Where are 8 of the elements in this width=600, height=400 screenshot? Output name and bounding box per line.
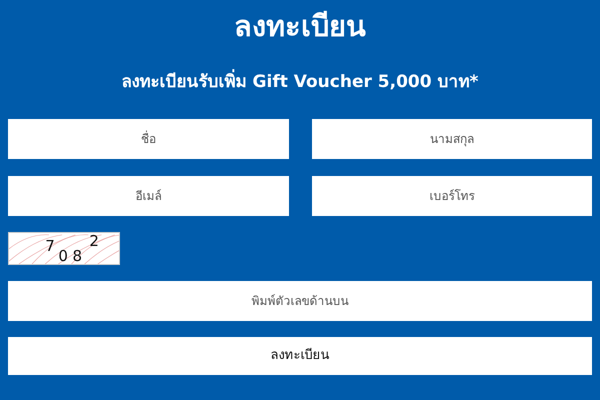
last-name-field[interactable]: นามสกุล — [312, 119, 592, 159]
page-title: ลงทะเบียน — [233, 8, 367, 45]
captcha-input-field[interactable]: พิมพ์ตัวเลขด้านบน — [8, 281, 592, 321]
register-button[interactable]: ลงทะเบียน — [8, 337, 592, 375]
first-name-field[interactable]: ชื่อ — [8, 119, 288, 159]
email-field[interactable]: อีเมล์ — [8, 176, 288, 216]
phone-field[interactable]: เบอร์โทร — [312, 176, 592, 216]
promo-subtitle: ลงทะเบียนรับเพิ่ม Gift Voucher 5,000 บาท* — [8, 70, 592, 94]
